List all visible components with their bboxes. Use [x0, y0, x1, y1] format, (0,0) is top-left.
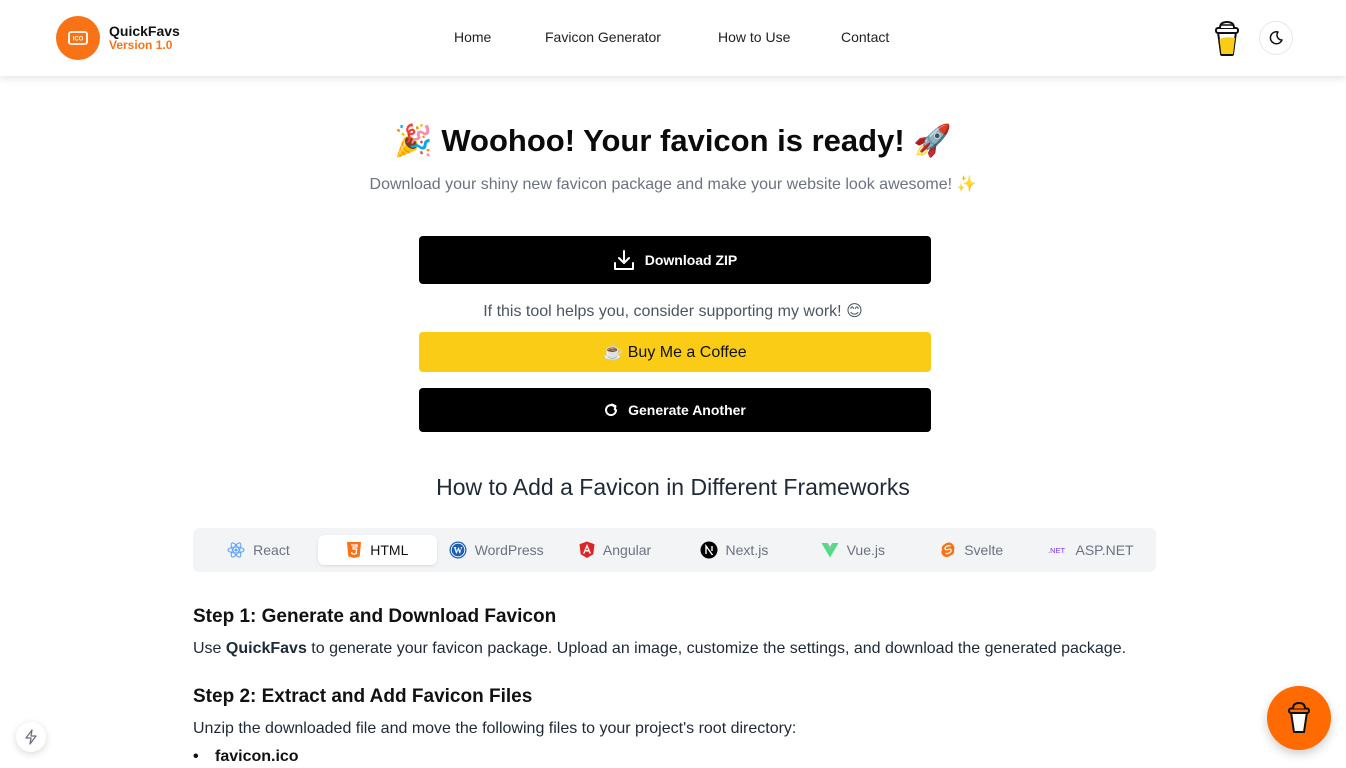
hero-subtitle: Download your shiny new favicon package … — [369, 176, 977, 193]
ico-badge-icon: ICO — [56, 16, 100, 60]
buy-me-a-coffee-button[interactable]: ☕ Buy Me a Coffee — [419, 332, 931, 372]
tab-angular[interactable]: Angular — [556, 535, 675, 565]
download-zip-button[interactable]: Download ZIP — [419, 236, 931, 284]
html5-icon — [346, 541, 362, 559]
tab-aspnet[interactable]: .NET ASP.NET — [1031, 535, 1150, 565]
step-1-text-suffix: to generate your favicon package. Upload… — [306, 640, 1127, 657]
instructions-content: Step 1: Generate and Download Favicon Us… — [193, 606, 1163, 766]
angular-icon — [579, 541, 595, 559]
step-1-text: Use QuickFavs to generate your favicon p… — [193, 640, 1163, 658]
logo-title: QuickFavs — [109, 23, 180, 40]
logo[interactable]: ICO QuickFavs Version 1.0 — [56, 16, 180, 60]
top-navbar: ICO QuickFavs Version 1.0 Home Favicon G… — [0, 0, 1346, 76]
svelte-icon — [940, 541, 956, 559]
tab-html[interactable]: HTML — [317, 535, 437, 565]
dotnet-icon: .NET — [1048, 545, 1068, 555]
nav-how-to-use[interactable]: How to Use — [718, 29, 790, 45]
vuejs-icon — [821, 542, 839, 558]
tab-label: HTML — [370, 542, 409, 558]
party-popper-icon: 🎉 — [394, 123, 433, 158]
lightning-bolt-icon — [25, 729, 37, 745]
tab-label: Angular — [602, 542, 652, 558]
tab-wordpress[interactable]: W WordPress — [437, 535, 556, 565]
download-zip-label: Download ZIP — [644, 252, 738, 268]
moon-icon — [1269, 31, 1283, 45]
tab-label: React — [253, 542, 290, 558]
download-icon — [613, 250, 634, 270]
support-text: If this tool helps you, consider support… — [483, 303, 863, 320]
step-2-text: Unzip the downloaded file and move the f… — [193, 720, 797, 737]
theme-toggle-button[interactable] — [1259, 21, 1293, 55]
nextjs-icon — [700, 541, 718, 559]
coffee-cup-icon — [1215, 20, 1239, 56]
file-list: favicon.ico — [193, 748, 1163, 766]
hero-title-text: Woohoo! Your favicon is ready! — [441, 123, 905, 158]
svg-text:.NET: .NET — [1048, 546, 1066, 555]
refresh-icon — [605, 403, 618, 417]
wordpress-icon: W — [449, 541, 467, 559]
quick-action-button[interactable] — [16, 722, 46, 752]
tab-svelte[interactable]: Svelte — [912, 535, 1031, 565]
tab-label: Next.js — [725, 542, 769, 558]
nav-home[interactable]: Home — [454, 29, 491, 45]
nav-contact[interactable]: Contact — [841, 29, 889, 45]
step-1-text-bold: QuickFavs — [225, 640, 307, 657]
tab-label: Vue.js — [846, 542, 885, 558]
logo-version: Version 1.0 — [109, 38, 173, 53]
svg-text:W: W — [453, 546, 462, 556]
page-title: 🎉 Woohoo! Your favicon is ready! 🚀 — [0, 122, 1346, 159]
step-2-title: Step 2: Extract and Add Favicon Files — [193, 686, 533, 707]
tab-label: Svelte — [964, 542, 1004, 558]
file-list-item: favicon.ico — [193, 748, 1163, 766]
nav-favicon-generator[interactable]: Favicon Generator — [545, 29, 661, 45]
tab-label: WordPress — [474, 542, 544, 558]
coffee-cup-icon — [1288, 701, 1310, 733]
tab-react[interactable]: React — [199, 535, 318, 565]
tab-vuejs[interactable]: Vue.js — [793, 535, 912, 565]
buy-coffee-header-button[interactable] — [1212, 19, 1242, 57]
generate-another-button[interactable]: Generate Another — [419, 388, 931, 432]
buy-me-a-coffee-label: ☕ Buy Me a Coffee — [603, 344, 747, 361]
tab-nextjs[interactable]: Next.js — [675, 535, 794, 565]
generate-another-label: Generate Another — [628, 402, 746, 418]
rocket-icon: 🚀 — [913, 123, 952, 158]
step-1-text-prefix: Use — [193, 640, 226, 657]
framework-tabs: React HTML W WordPress Angular Next.js V… — [193, 528, 1156, 572]
buy-coffee-floating-button[interactable] — [1267, 686, 1331, 750]
step-1-title: Step 1: Generate and Download Favicon — [193, 606, 557, 627]
svg-text:ICO: ICO — [73, 37, 84, 43]
react-icon — [227, 541, 245, 559]
tab-label: ASP.NET — [1075, 542, 1134, 558]
frameworks-heading: How to Add a Favicon in Different Framew… — [436, 474, 910, 500]
